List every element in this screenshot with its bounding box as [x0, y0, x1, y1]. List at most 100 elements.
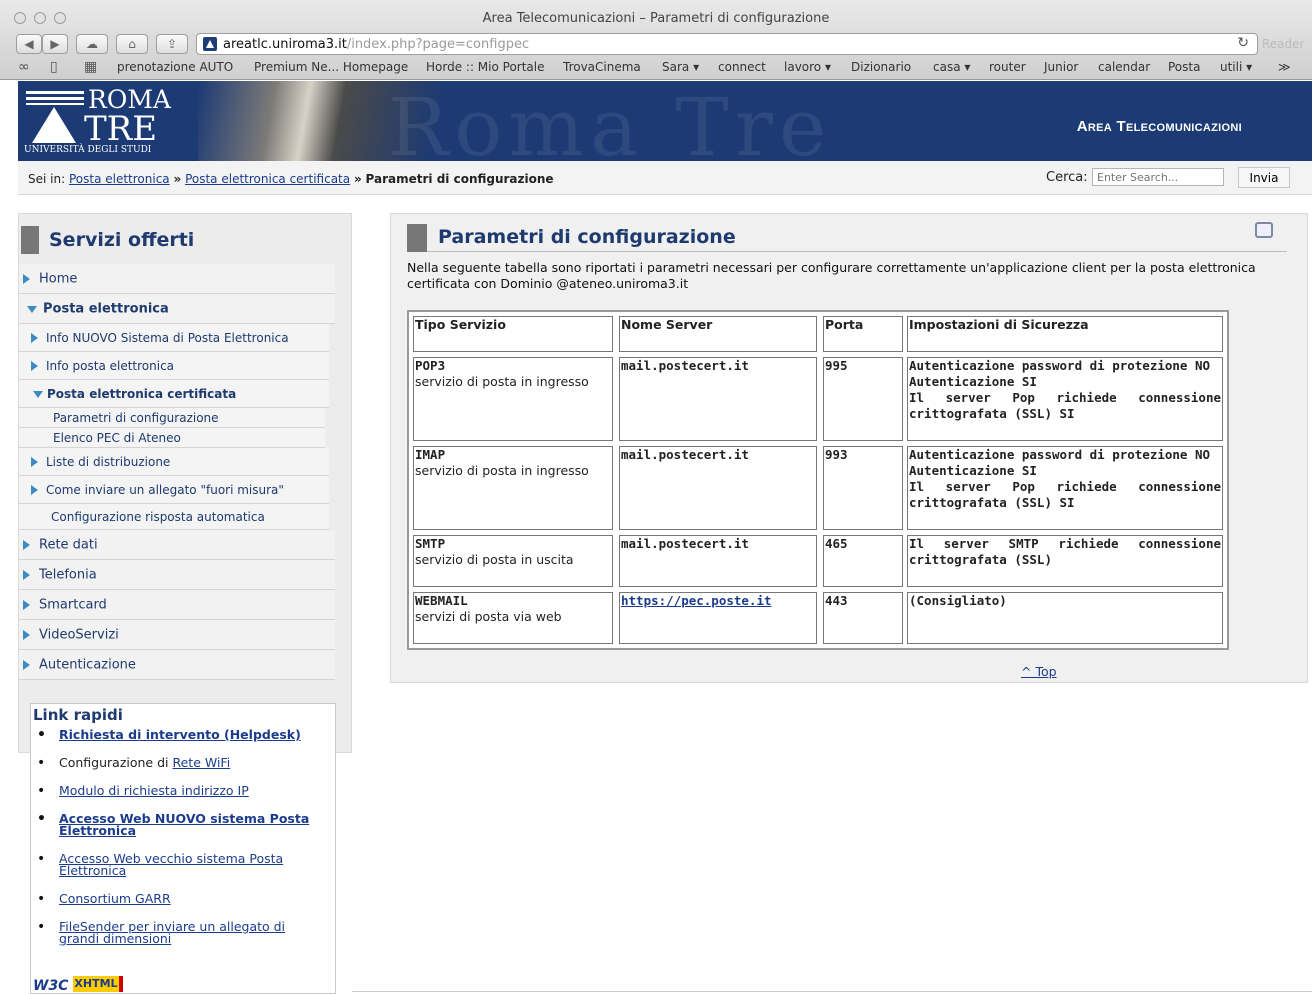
sidebar-item-smartcard[interactable]: Smartcard [19, 590, 335, 620]
list-item: • Accesso Web NUOVO sistema Posta Elettr… [37, 811, 329, 838]
list-item-prefix: Configurazione di [59, 755, 173, 770]
sidebar-item-info-nuovo-sistema[interactable]: Info NUOVO Sistema di Posta Elettronica [19, 324, 329, 352]
table-cell: mail.postecert.it [619, 535, 817, 587]
sidebar-item-label: Come inviare un allegato "fuori misura" [46, 482, 284, 497]
breadcrumb-prefix: Sei in: [28, 172, 66, 186]
search-input[interactable] [1092, 168, 1224, 186]
wifi-link[interactable]: Rete WiFi [172, 755, 230, 770]
sidebar-item-elenco-pec[interactable]: Elenco PEC di Ateneo [19, 428, 325, 448]
top-sites-grid-icon[interactable]: ▦ [84, 59, 97, 75]
arrow-right-icon [23, 569, 30, 580]
sidebar-item-home[interactable]: Home [19, 264, 335, 294]
arrow-right-icon [23, 599, 30, 610]
bookmark-item[interactable]: utili ▾ [1220, 60, 1252, 74]
bookmark-item[interactable]: calendar [1098, 60, 1150, 74]
arrow-right-icon [31, 360, 38, 371]
back-to-top-link[interactable]: ^ Top [1021, 664, 1057, 679]
search-submit-button[interactable]: Invia [1238, 167, 1290, 188]
share-button[interactable]: ⇪ [156, 34, 188, 54]
filesender-link[interactable]: FileSender per inviare un allegato di gr… [59, 919, 285, 946]
bookmark-item[interactable]: Horde :: Mio Portale [426, 60, 545, 74]
bullet-icon: • [37, 783, 46, 799]
web-page: Roma Tre ROMA TRE UNIVERSITÀ DEGLI STUDI… [0, 81, 1312, 994]
roma-tre-logo[interactable]: ROMA TRE UNIVERSITÀ DEGLI STUDI [24, 85, 174, 159]
divider [352, 991, 1312, 992]
banner-watermark: Roma Tre [388, 81, 833, 161]
bookmarks-bar: ∞ ▯ ▦ prenotazione AUTO Premium Ne... Ho… [0, 58, 1312, 78]
table-cell: Autenticazione password di protezione NO… [907, 357, 1223, 441]
webmail-url-link[interactable]: https://pec.poste.it [621, 593, 772, 608]
sidebar-item-info-posta[interactable]: Info posta elettronica [19, 352, 329, 380]
main-content: Parametri di configurazione Nella seguen… [390, 213, 1308, 683]
sidebar-item-telefonia[interactable]: Telefonia [19, 560, 335, 590]
sidebar-item-risposta-automatica[interactable]: Configurazione risposta automatica [19, 504, 329, 530]
bookmark-item[interactable]: casa ▾ [933, 60, 970, 74]
bullet-icon: • [37, 727, 46, 743]
reading-list-icon[interactable]: ∞ [18, 59, 30, 75]
table-cell: mail.postecert.it [619, 357, 817, 441]
address-bar[interactable]: areatlc.uniroma3.it/index.php?page=confi… [196, 33, 1258, 55]
old-webmail-link[interactable]: Accesso Web vecchio sistema Posta Elettr… [59, 851, 283, 878]
security-line: Autenticazione SI [909, 463, 1037, 478]
sidebar-item-liste[interactable]: Liste di distribuzione [19, 448, 329, 476]
forward-button[interactable]: ▶ [42, 34, 68, 54]
bookmark-item[interactable]: connect [718, 60, 766, 74]
sidebar-item-rete-dati[interactable]: Rete dati [19, 530, 335, 560]
sidebar-item-pec[interactable]: Posta elettronica certificata [19, 380, 329, 408]
home-button[interactable]: ⌂ [116, 34, 148, 54]
bookmark-item[interactable]: TrovaCinema [563, 60, 641, 74]
list-item: • Consortium GARR [37, 891, 329, 906]
sidebar-item-label: Parametri di configurazione [53, 410, 219, 425]
logo-tre-text: TRE [84, 109, 158, 149]
bookmark-item[interactable]: Dizionario [851, 60, 911, 74]
sidebar-item-label: Posta elettronica [43, 301, 169, 316]
bookmark-item[interactable]: router [989, 60, 1026, 74]
helpdesk-link[interactable]: Richiesta di intervento (Helpdesk) [59, 727, 301, 742]
sidebar-item-parametri[interactable]: Parametri di configurazione [19, 408, 325, 428]
ip-request-link[interactable]: Modulo di richiesta indirizzo IP [59, 783, 249, 798]
print-icon[interactable] [1255, 222, 1273, 238]
breadcrumb-bar: Sei in: Posta elettronica » Posta elettr… [18, 161, 1312, 195]
header-label: Nome Server [621, 317, 713, 332]
sidebar-item-autenticazione[interactable]: Autenticazione [19, 650, 335, 680]
header-label: Tipo Servizio [415, 317, 506, 332]
sidebar-item-label: VideoServizi [39, 627, 119, 642]
back-button[interactable]: ◀ [16, 34, 42, 54]
arrow-right-icon [23, 629, 30, 640]
reload-icon[interactable]: ↻ [1237, 35, 1249, 51]
bookmarks-book-icon[interactable]: ▯ [50, 59, 58, 75]
list-item: • FileSender per inviare un allegato di … [37, 919, 329, 946]
bookmark-item[interactable]: prenotazione AUTO [117, 60, 233, 74]
bookmark-item[interactable]: Junior [1044, 60, 1078, 74]
port: 995 [825, 358, 848, 373]
header-label: Impostazioni di Sicurezza [909, 317, 1089, 332]
bookmark-item[interactable]: Posta [1168, 60, 1200, 74]
sidebar-item-posta-elettronica[interactable]: Posta elettronica [19, 294, 335, 324]
new-webmail-link[interactable]: Accesso Web NUOVO sistema Posta Elettron… [59, 811, 309, 838]
icloud-button[interactable]: ☁ [76, 34, 108, 54]
arrow-right-icon [31, 456, 38, 467]
sidebar-item-videoservizi[interactable]: VideoServizi [19, 620, 335, 650]
arrow-right-icon [31, 484, 38, 495]
xhtml-label: XHTML [73, 976, 123, 992]
breadcrumb-link[interactable]: Posta elettronica [69, 172, 170, 186]
service-desc: servizi di posta via web [415, 609, 562, 624]
reader-button[interactable]: Reader [1262, 34, 1312, 54]
garr-link[interactable]: Consortium GARR [59, 891, 171, 906]
bookmark-item[interactable]: lavoro ▾ [784, 60, 831, 74]
w3c-xhtml-badge[interactable]: W3C XHTML [33, 976, 129, 994]
table-header: Porta [823, 316, 903, 352]
port: 443 [825, 593, 848, 608]
service-type: SMTP [415, 536, 446, 551]
sidebar-item-label: Elenco PEC di Ateneo [53, 430, 181, 445]
bookmark-item[interactable]: Premium Ne... Homepage [254, 60, 408, 74]
table-cell: WEBMAIL servizi di posta via web [413, 592, 613, 644]
sidebar-item-label: Info NUOVO Sistema di Posta Elettronica [46, 330, 289, 345]
breadcrumb-link[interactable]: Posta elettronica certificata [185, 172, 350, 186]
bookmark-item[interactable]: Sara ▾ [662, 60, 699, 74]
sidebar-item-allegato[interactable]: Come inviare un allegato "fuori misura" [19, 476, 329, 504]
bookmarks-overflow-button[interactable]: ≫ [1278, 60, 1291, 74]
port: 465 [825, 536, 848, 551]
sidebar-item-label: Liste di distribuzione [46, 454, 171, 469]
intro-text: Nella seguente tabella sono riportati i … [407, 260, 1256, 291]
